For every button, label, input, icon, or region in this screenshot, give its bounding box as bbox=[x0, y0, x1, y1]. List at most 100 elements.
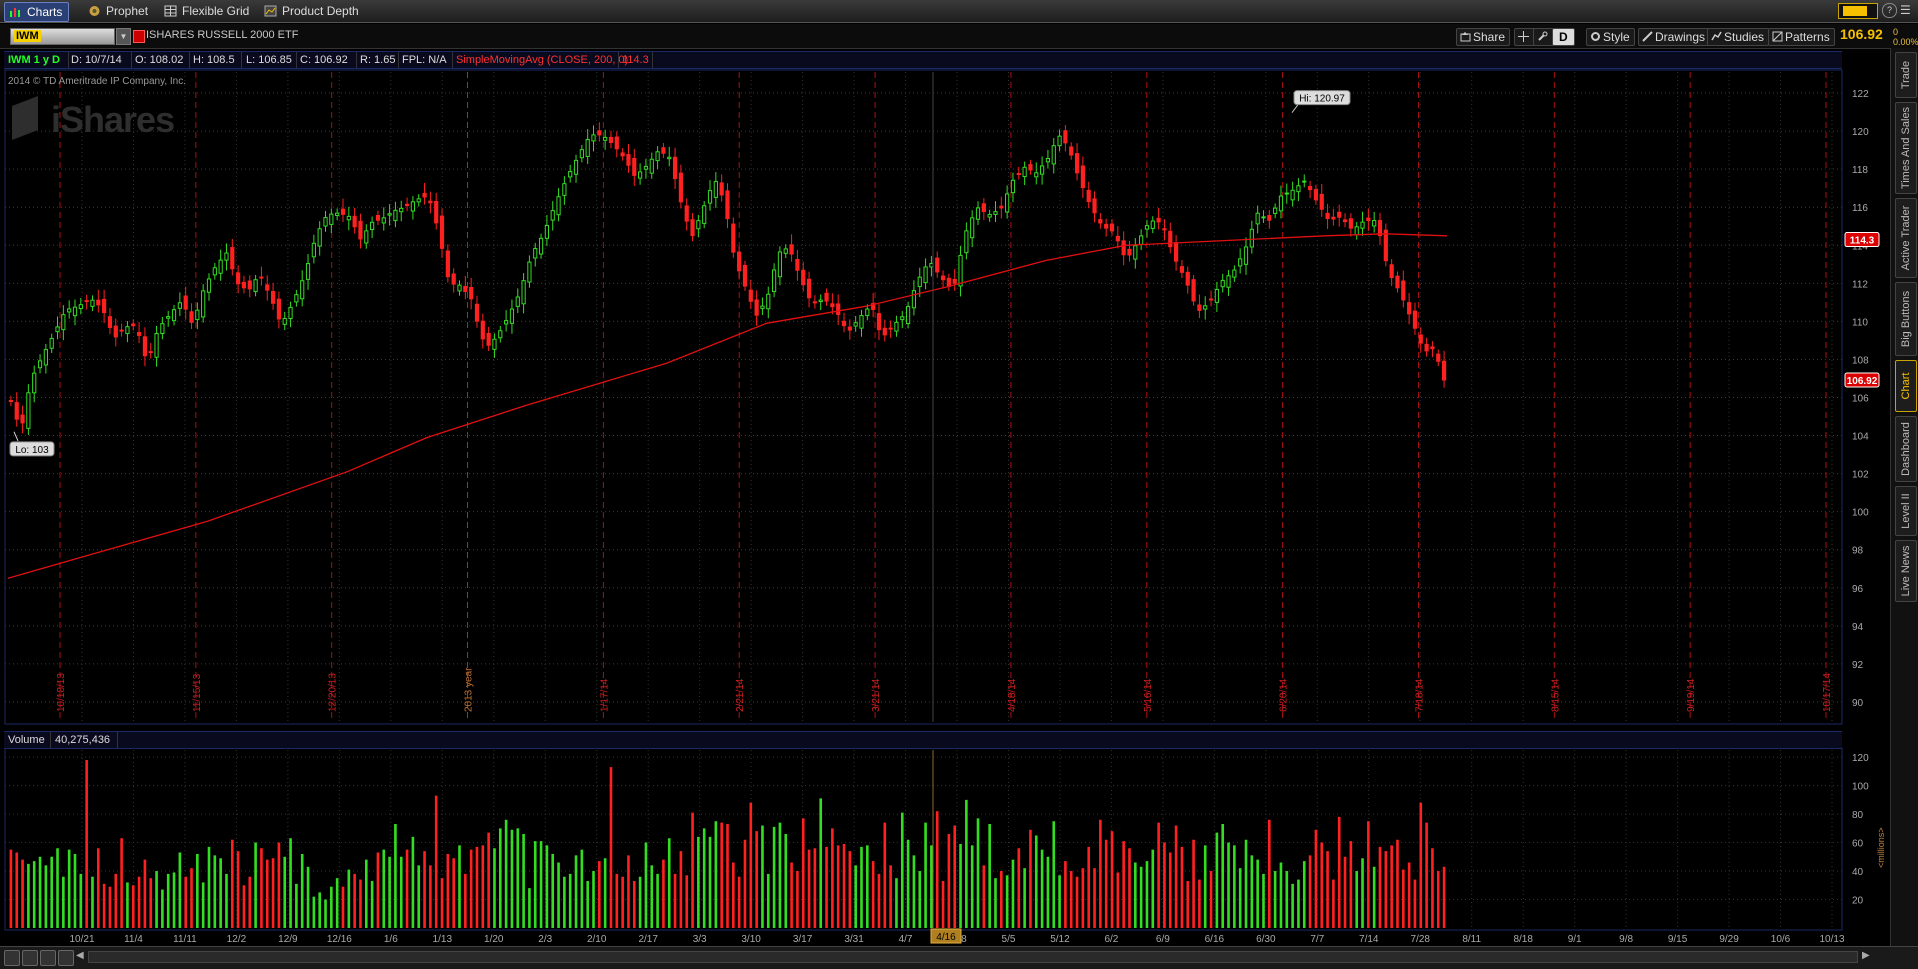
candle-body bbox=[131, 323, 136, 327]
time-tick-label: 9/8 bbox=[1619, 934, 1633, 945]
price-tick-label: 108 bbox=[1852, 355, 1869, 366]
candle-body bbox=[742, 264, 748, 287]
candle-body bbox=[492, 338, 497, 350]
candle-body bbox=[352, 215, 357, 228]
candle-body bbox=[177, 302, 182, 309]
horizontal-scrollbar[interactable] bbox=[88, 951, 1858, 963]
candle-body bbox=[317, 228, 322, 247]
candle-body bbox=[288, 306, 293, 320]
sidebar-tab-trade[interactable]: Trade bbox=[1895, 52, 1917, 98]
zoom-in-icon[interactable] bbox=[22, 950, 38, 966]
expand-icon[interactable] bbox=[4, 950, 20, 966]
pen-icon[interactable] bbox=[58, 950, 74, 966]
ohlc-close: C: 106.92 bbox=[296, 52, 357, 68]
candle-body bbox=[486, 332, 491, 346]
tab-prophet[interactable]: Prophet bbox=[84, 2, 154, 20]
symbol-input[interactable]: IWM bbox=[10, 28, 115, 45]
price-tick-label: 120 bbox=[1852, 127, 1869, 138]
candle-body bbox=[1331, 216, 1336, 220]
candle-body bbox=[381, 217, 386, 224]
ishares-logo-text: iShares bbox=[51, 99, 175, 140]
lo-callout-label: Lo: 103 bbox=[15, 445, 49, 456]
sidebar-tab-dashboard[interactable]: Dashboard bbox=[1895, 416, 1917, 482]
right-sidebar: Trade Times And Sales Active Trader Big But… bbox=[1890, 48, 1918, 948]
scroll-right-icon[interactable]: ▶ bbox=[1862, 950, 1870, 961]
sidebar-tab-big-buttons[interactable]: Big Buttons bbox=[1895, 282, 1917, 356]
candle-body bbox=[946, 277, 951, 287]
candle-body bbox=[1028, 164, 1033, 171]
ishares-logo: iShares bbox=[12, 96, 175, 141]
tab-charts-label: Charts bbox=[27, 5, 63, 19]
candle-body bbox=[504, 320, 509, 325]
candle-body bbox=[404, 203, 410, 207]
candle-body bbox=[1104, 223, 1109, 229]
style-button[interactable]: Style bbox=[1586, 28, 1635, 46]
candle-body bbox=[457, 284, 462, 292]
candle-body bbox=[329, 213, 334, 225]
sidebar-tab-label: Level II bbox=[1900, 493, 1912, 529]
candle-body bbox=[1109, 223, 1115, 232]
study-label[interactable]: SimpleMovingAvg (CLOSE, 200, 0) bbox=[452, 52, 628, 68]
menu-icon[interactable]: ☰ bbox=[1900, 3, 1914, 17]
event-label: 2/21/14 bbox=[735, 678, 746, 712]
price-tick-label: 92 bbox=[1852, 660, 1864, 671]
sidebar-tab-active-trader[interactable]: Active Trader bbox=[1895, 198, 1917, 278]
drawings-button[interactable]: Drawings bbox=[1638, 28, 1711, 46]
candle-body bbox=[1436, 353, 1441, 362]
candle-body bbox=[305, 263, 311, 280]
candle-body bbox=[661, 147, 666, 154]
candle-body bbox=[1261, 216, 1266, 219]
ohlc-high: H: 108.5 bbox=[189, 52, 242, 68]
candle-body bbox=[801, 269, 806, 286]
candle-body bbox=[1203, 305, 1208, 310]
ohlc-date: D: 10/7/14 bbox=[67, 52, 132, 68]
tab-product-depth[interactable]: Product Depth bbox=[260, 2, 365, 20]
price-chart[interactable]: 90 92 94 96 98 100 102 104 106 108 110 112 114 116 118… bbox=[0, 0, 1918, 968]
zoom-out-icon[interactable] bbox=[40, 950, 56, 966]
candle-body bbox=[107, 316, 113, 328]
scroll-left-icon[interactable]: ◀ bbox=[76, 950, 84, 961]
share-button[interactable]: Share bbox=[1456, 28, 1511, 46]
sidebar-tab-live-news[interactable]: Live News bbox=[1895, 540, 1917, 602]
candle-body bbox=[72, 306, 78, 317]
sidebar-tab-level-ii[interactable]: Level II bbox=[1895, 486, 1917, 536]
crosshair-icon bbox=[1518, 31, 1529, 42]
candle-body bbox=[49, 337, 54, 349]
tab-flexible-grid[interactable]: Flexible Grid bbox=[160, 2, 255, 20]
studies-button[interactable]: Studies bbox=[1707, 28, 1770, 46]
candle-body bbox=[993, 211, 998, 215]
patterns-button[interactable]: Patterns bbox=[1768, 28, 1835, 46]
window-color-swatch[interactable] bbox=[1838, 3, 1878, 19]
link-color-icon[interactable] bbox=[133, 30, 145, 43]
candle-body bbox=[148, 351, 153, 354]
candle-body bbox=[1139, 235, 1144, 245]
chart-period-label[interactable]: IWM 1 y D bbox=[4, 52, 69, 68]
help-icon[interactable]: ? bbox=[1882, 3, 1897, 18]
candle-body bbox=[370, 221, 375, 231]
sidebar-tab-times-and-sales[interactable]: Times And Sales bbox=[1895, 102, 1917, 194]
ohlc-info-bar: IWM 1 y D D: 10/7/14 O: 108.02 H: 108.5 … bbox=[4, 51, 1842, 69]
drawings-label: Drawings bbox=[1655, 30, 1706, 44]
candle-body bbox=[806, 278, 812, 299]
candle-body bbox=[1016, 173, 1021, 176]
candle-body bbox=[212, 267, 217, 276]
candle-body bbox=[1179, 266, 1185, 273]
candle-body bbox=[61, 314, 66, 331]
candle-body bbox=[1150, 220, 1155, 229]
axes: 90 92 94 96 98 100 102 104 106 108 110 112 114 116 118… bbox=[56, 89, 1886, 945]
tab-charts[interactable]: Charts bbox=[4, 2, 70, 22]
aggregation-period-button[interactable]: D bbox=[1552, 28, 1575, 46]
symbol-dropdown-icon[interactable]: ▼ bbox=[116, 28, 131, 45]
sidebar-tab-chart[interactable]: Chart bbox=[1895, 360, 1917, 412]
volume-tick-label: 20 bbox=[1852, 896, 1864, 907]
candle-body bbox=[1319, 193, 1324, 210]
candle-body bbox=[1372, 220, 1377, 227]
price-tick-label: 106 bbox=[1852, 394, 1869, 405]
time-tick-label: 5/5 bbox=[1002, 934, 1016, 945]
time-tick-label: 3/3 bbox=[693, 934, 707, 945]
time-tick-label: 4/7 bbox=[899, 934, 913, 945]
ishares-logo-icon bbox=[12, 96, 38, 140]
price-tick-label: 102 bbox=[1852, 470, 1869, 481]
candle-body bbox=[830, 303, 835, 308]
event-label: 5/16/14 bbox=[1143, 678, 1154, 712]
